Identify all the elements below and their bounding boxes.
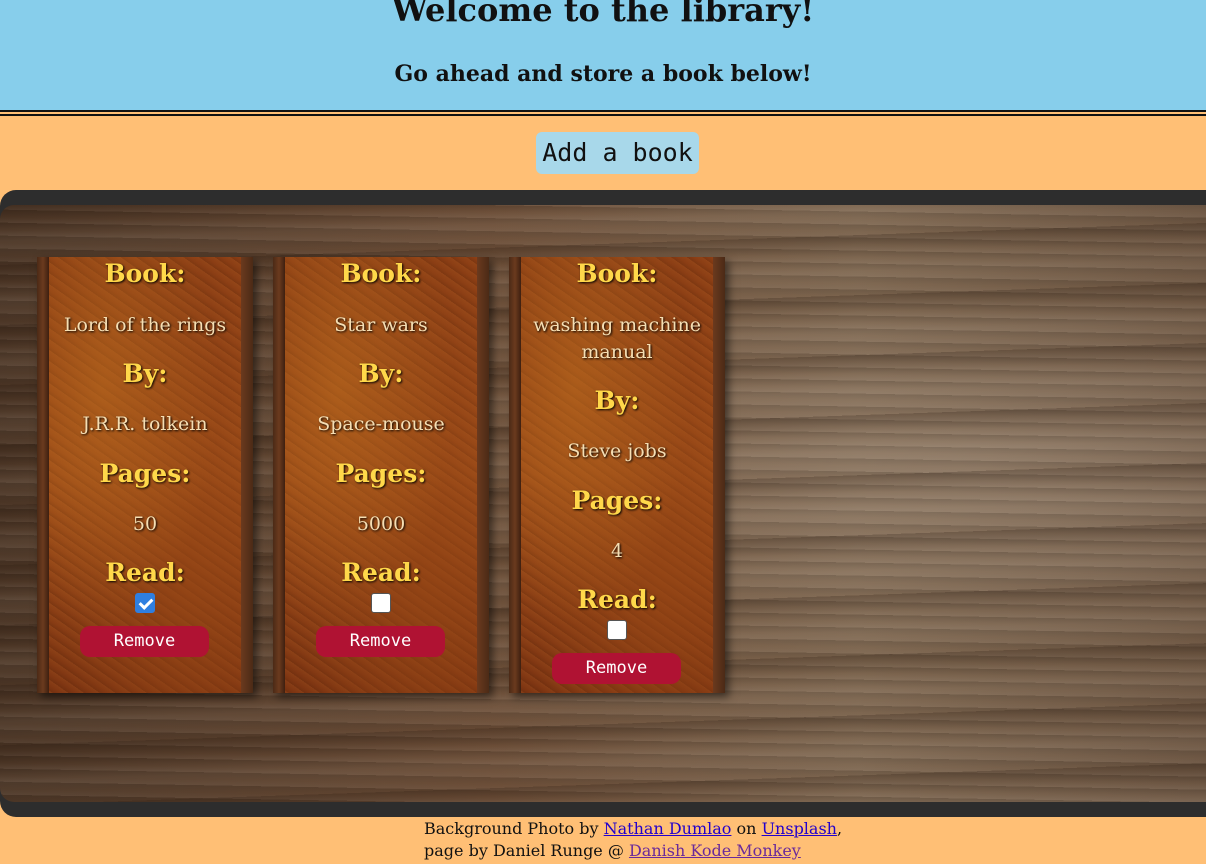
header-divider	[0, 110, 1206, 112]
book-pages-label: Pages:	[571, 486, 663, 515]
page-footer: Background Photo by Nathan Dumlao on Uns…	[424, 818, 844, 862]
footer-comma: ,	[836, 819, 843, 838]
photographer-link[interactable]: Nathan Dumlao	[604, 819, 732, 838]
book-card: Book: washing machine manual By: Steve j…	[509, 257, 725, 693]
book-title-label: Book:	[576, 259, 658, 288]
book-author-label: By:	[358, 359, 404, 388]
remove-button[interactable]: Remove	[80, 626, 209, 657]
book-pages-label: Pages:	[335, 459, 427, 488]
book-author-label: By:	[122, 359, 168, 388]
footer-on-text: on	[736, 819, 757, 838]
page-title: Welcome to the library!	[391, 0, 815, 29]
book-card: Book: Lord of the rings By: J.R.R. tolke…	[37, 257, 253, 693]
header-divider	[0, 114, 1206, 116]
page-subtitle: Go ahead and store a book below!	[394, 61, 812, 87]
book-author-value: J.R.R. tolkein	[82, 413, 208, 435]
remove-button[interactable]: Remove	[552, 653, 681, 684]
author-site-link[interactable]: Danish Kode Monkey	[629, 841, 801, 860]
book-pages-value: 4	[610, 540, 624, 562]
book-author-value: Steve jobs	[567, 440, 667, 462]
read-checkbox[interactable]	[607, 620, 627, 640]
remove-button[interactable]: Remove	[316, 626, 445, 657]
book-title-value: Lord of the rings	[63, 314, 227, 336]
book-card: Book: Star wars By: Space-mouse Pages: 5…	[273, 257, 489, 693]
book-author-value: Space-mouse	[317, 413, 445, 435]
add-book-button[interactable]: Add a book	[536, 132, 699, 174]
book-pages-label: Pages:	[99, 459, 191, 488]
read-checkbox[interactable]	[135, 593, 155, 613]
book-author-label: By:	[594, 386, 640, 415]
footer-photo-credit-text: Background Photo by	[424, 819, 599, 838]
unsplash-link[interactable]: Unsplash	[762, 819, 837, 838]
footer-author-line: page by Daniel Runge @ Danish Kode Monke…	[424, 840, 844, 862]
read-checkbox[interactable]	[371, 593, 391, 613]
page-header: Welcome to the library! Go ahead and sto…	[0, 0, 1206, 110]
book-title-value: Star wars	[334, 314, 428, 336]
book-title-label: Book:	[340, 259, 422, 288]
book-title-label: Book:	[104, 259, 186, 288]
footer-credit-line: Background Photo by Nathan Dumlao on Uns…	[424, 818, 844, 840]
footer-author-text: page by Daniel Runge @	[424, 841, 624, 860]
book-pages-value: 5000	[356, 513, 406, 535]
book-read-label: Read:	[577, 585, 657, 614]
book-read-label: Read:	[105, 558, 185, 587]
book-pages-value: 50	[132, 513, 158, 535]
book-title-value: washing machine manual	[533, 314, 701, 363]
book-read-label: Read:	[341, 558, 421, 587]
